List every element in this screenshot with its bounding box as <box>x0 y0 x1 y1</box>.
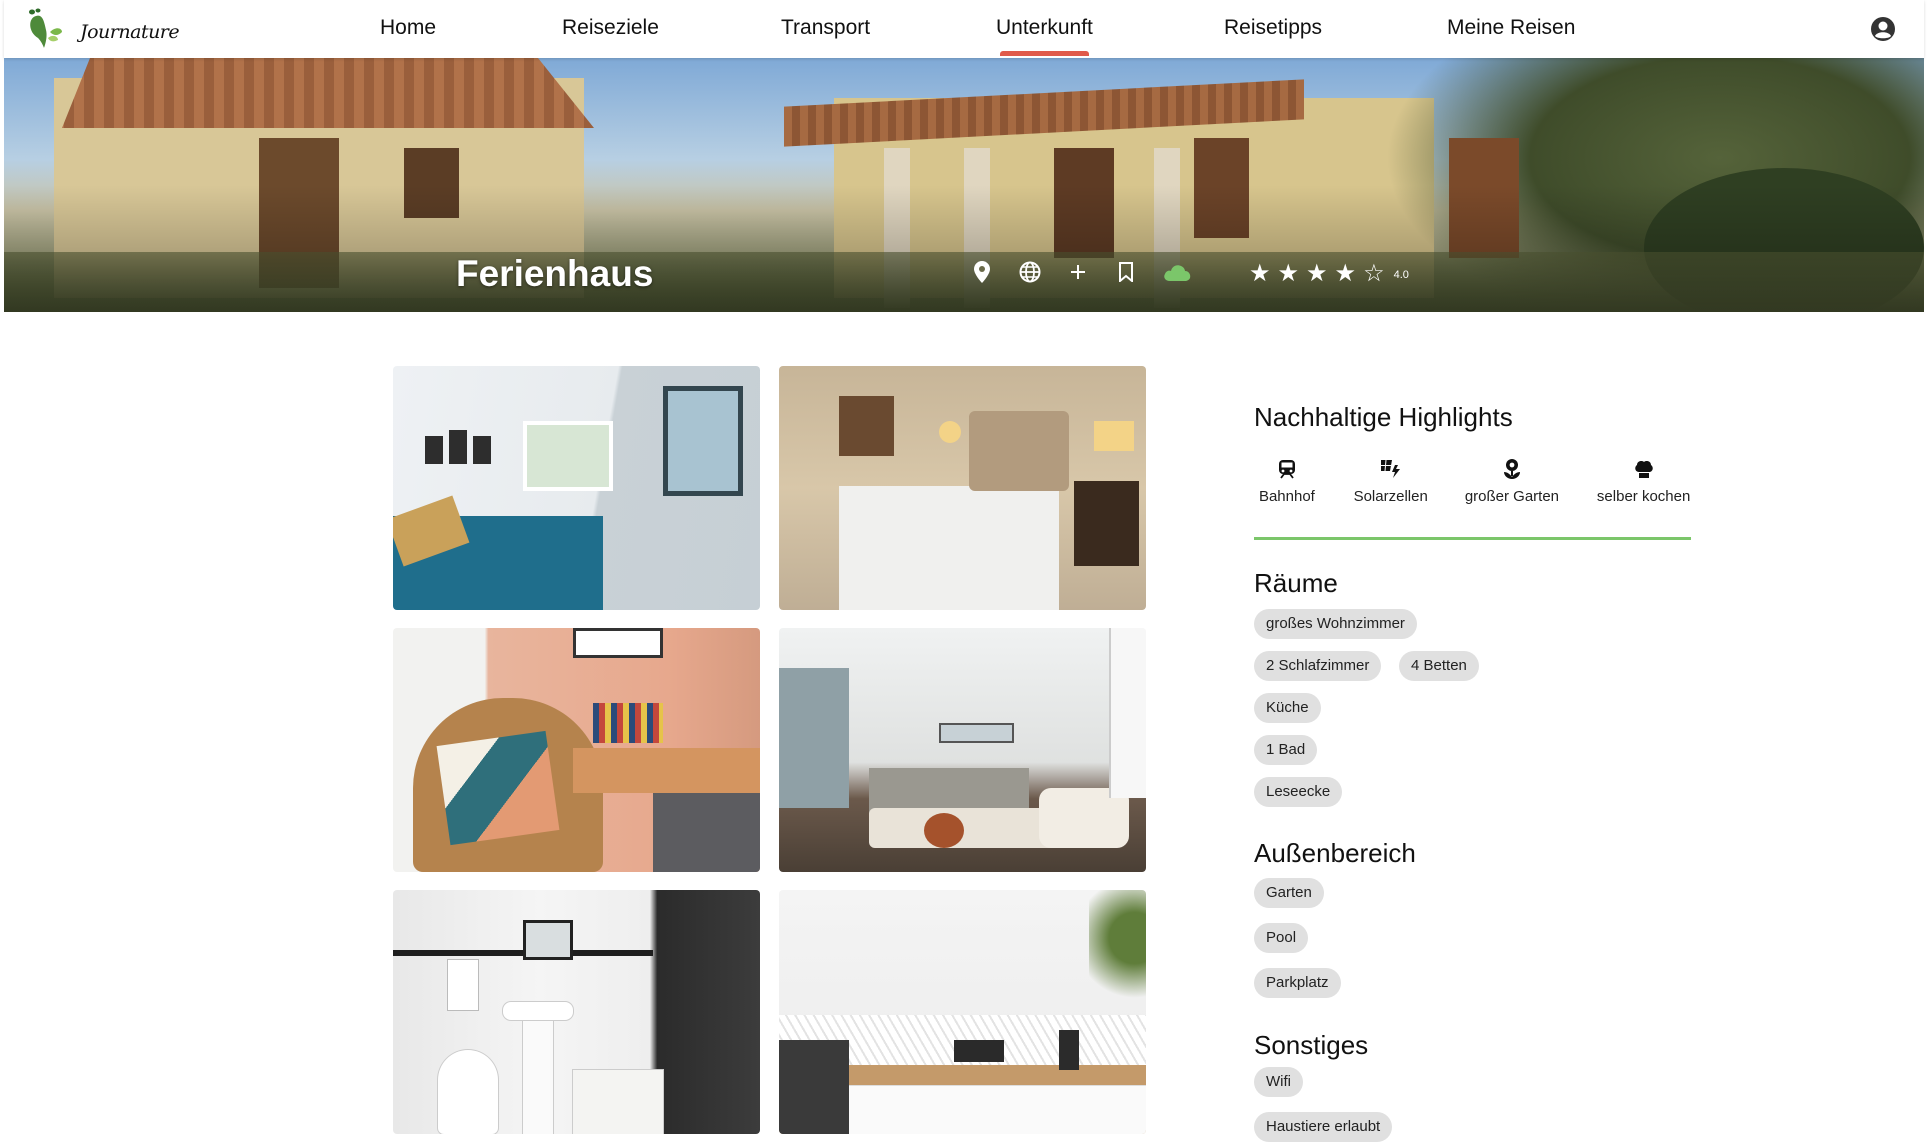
gallery-image-bathroom[interactable] <box>393 890 760 1134</box>
accommodation-title: Ferienhaus <box>456 253 654 294</box>
other-title: Sonstiges <box>1254 1030 1369 1060</box>
chip-outdoor: Garten <box>1254 878 1324 908</box>
gallery-image-kitchen[interactable] <box>779 890 1146 1134</box>
chip-room: Leseecke <box>1254 777 1343 807</box>
top-navbar: Journature Home Reiseziele Transport Unt… <box>4 0 1924 58</box>
globe-icon[interactable] <box>1018 260 1042 284</box>
star-filled-icon: ★ <box>1277 259 1300 287</box>
star-empty-icon: ☆ <box>1363 259 1385 287</box>
highlight-bahnhof: Bahnhof <box>1254 458 1320 505</box>
chip-other: Wifi <box>1254 1067 1303 1097</box>
highlight-solarzellen: Solarzellen <box>1351 458 1431 505</box>
nav-home[interactable]: Home <box>380 16 436 40</box>
garden-flower-icon <box>1501 458 1523 480</box>
highlights-title: Nachhaltige Highlights <box>1254 402 1513 432</box>
chip-room: 2 Schlafzimmer <box>1254 651 1382 681</box>
chip-room: großes Wohnzimmer <box>1254 609 1417 639</box>
chip-room: 1 Bad <box>1254 735 1318 765</box>
solar-panel-icon <box>1380 458 1402 480</box>
chip-outdoor: Parkplatz <box>1254 968 1341 998</box>
highlight-label: Bahnhof <box>1258 488 1315 505</box>
nav-reisetipps[interactable]: Reisetipps <box>1224 16 1322 40</box>
nav-unterkunft[interactable]: Unterkunft <box>996 16 1093 56</box>
star-filled-icon: ★ <box>1334 259 1357 287</box>
gallery-image-bedroom-beige[interactable] <box>779 366 1146 610</box>
plus-icon[interactable] <box>1066 260 1090 284</box>
highlight-garten: großer Garten <box>1462 458 1563 505</box>
gallery-image-living-room[interactable] <box>779 628 1146 872</box>
brand-name: Journature <box>80 20 180 43</box>
rating-value: 4.0 <box>1393 269 1409 281</box>
train-icon <box>1276 458 1298 480</box>
highlight-label: großer Garten <box>1464 488 1560 505</box>
rooms-title: Räume <box>1254 568 1338 598</box>
highlights-list: Bahnhof Solarzellen großer Garten selber… <box>1254 458 1694 505</box>
star-filled-icon: ★ <box>1249 259 1271 287</box>
highlights-divider <box>1254 537 1691 540</box>
cloud-icon[interactable] <box>1162 260 1192 284</box>
highlight-kochen: selber kochen <box>1593 458 1694 505</box>
chip-other: Haustiere erlaubt <box>1254 1112 1393 1142</box>
chip-room: 4 Betten <box>1399 651 1479 681</box>
star-filled-icon: ★ <box>1306 259 1328 287</box>
account-icon[interactable] <box>1870 16 1896 47</box>
chip-room: Küche <box>1254 693 1321 723</box>
chip-outdoor: Pool <box>1254 923 1309 953</box>
footprint-leaf-icon <box>22 8 66 55</box>
hero-banner: Ferienhaus ★ ★ ★ ★ ☆ 4.0 <box>4 58 1924 312</box>
highlight-label: Solarzellen <box>1353 488 1428 505</box>
brand-logo[interactable]: Journature <box>22 8 180 55</box>
bookmark-icon[interactable] <box>1114 260 1138 284</box>
hero-action-icons <box>970 260 1192 284</box>
nav-reiseziele[interactable]: Reiseziele <box>562 16 659 40</box>
chef-hat-icon <box>1633 458 1655 480</box>
highlight-label: selber kochen <box>1596 488 1691 505</box>
location-pin-icon[interactable] <box>970 260 994 284</box>
gallery-image-rattan-chair[interactable] <box>393 628 760 872</box>
rating-stars: ★ ★ ★ ★ ☆ 4.0 <box>1249 261 1409 285</box>
nav-transport[interactable]: Transport <box>781 16 870 40</box>
nav-meine-reisen[interactable]: Meine Reisen <box>1447 16 1575 40</box>
gallery-image-bedroom-blue[interactable] <box>393 366 760 610</box>
outdoor-title: Außenbereich <box>1254 838 1416 868</box>
